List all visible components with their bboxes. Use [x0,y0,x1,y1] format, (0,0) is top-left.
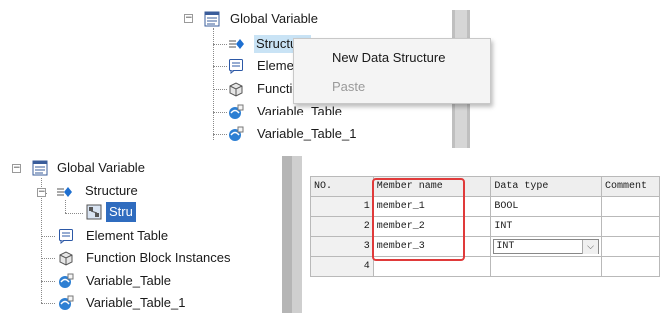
column-header[interactable]: Comment [601,176,660,197]
structure-icon [57,187,72,197]
chevron-down-icon[interactable]: ⌵ [582,240,599,254]
global-variable-icon [32,160,48,176]
data-type-cell[interactable] [490,256,603,277]
comment-cell[interactable] [601,256,660,277]
data-type-dropdown[interactable]: INT ⌵ [490,236,603,257]
table-row: 3 member_3 INT ⌵ [310,236,660,257]
tree-root-label[interactable]: Global Variable [230,11,318,27]
variable-table-icon [229,126,244,141]
tree-item-variable-table-1[interactable]: Variable_Table_1 [86,295,186,311]
row-number: 1 [310,196,374,217]
collapse-toggle[interactable]: − [37,188,46,197]
tree-root-label[interactable]: Global Variable [57,160,145,176]
splitter[interactable] [282,156,292,313]
column-header[interactable]: NO. [310,176,374,197]
row-number: 3 [310,236,374,257]
global-variable-icon [204,11,220,27]
row-number: 2 [310,216,374,237]
variable-table-icon [59,273,74,288]
comment-cell[interactable] [601,196,660,217]
tree-item-element-table[interactable]: Element Table [257,58,297,74]
data-type-value: INT [496,241,515,252]
data-type-cell[interactable]: INT [490,216,603,237]
member-name-highlight [372,178,465,261]
element-table-icon [229,59,243,74]
collapse-toggle[interactable]: − [184,14,193,23]
data-type-cell[interactable]: BOOL [490,196,603,217]
function-block-icon [229,82,243,97]
context-menu: New Data Structure Paste [293,38,491,104]
element-table-icon [59,229,73,244]
tree-item-stru[interactable]: Stru [106,202,136,222]
tree-item-function-block[interactable]: Function Block Instances [86,250,231,266]
variable-table-icon [229,104,244,119]
table-row: 2 member_2 INT [310,216,660,237]
tree-item-function-block[interactable]: Function Block Instances [257,81,297,97]
collapse-toggle[interactable]: − [12,164,21,173]
tree-item-structure[interactable]: Structure [85,183,138,199]
struct-member-icon [86,204,102,220]
table-header-row: NO. Member name Data type Comment [310,176,660,197]
tree-item-variable-table-1[interactable]: Variable_Table_1 [257,126,357,142]
tree-item-variable-table[interactable]: Variable_Table [257,104,357,115]
table-row: 4 [310,256,660,277]
menu-item-new-data-structure[interactable]: New Data Structure [332,50,445,65]
structure-icon [229,39,244,49]
menu-item-paste[interactable]: Paste [332,79,365,94]
column-header[interactable]: Data type [490,176,603,197]
comment-cell[interactable] [601,216,660,237]
tree-item-variable-table[interactable]: Variable_Table [86,273,171,289]
tree-item-label: Stru [109,204,133,219]
function-block-icon [59,251,73,266]
variable-table-icon [59,295,74,310]
table-row: 1 member_1 BOOL [310,196,660,217]
member-table: NO. Member name Data type Comment 1 memb… [310,176,660,277]
row-number: 4 [310,256,374,277]
tree-item-element-table[interactable]: Element Table [86,228,168,244]
comment-cell[interactable] [601,236,660,257]
